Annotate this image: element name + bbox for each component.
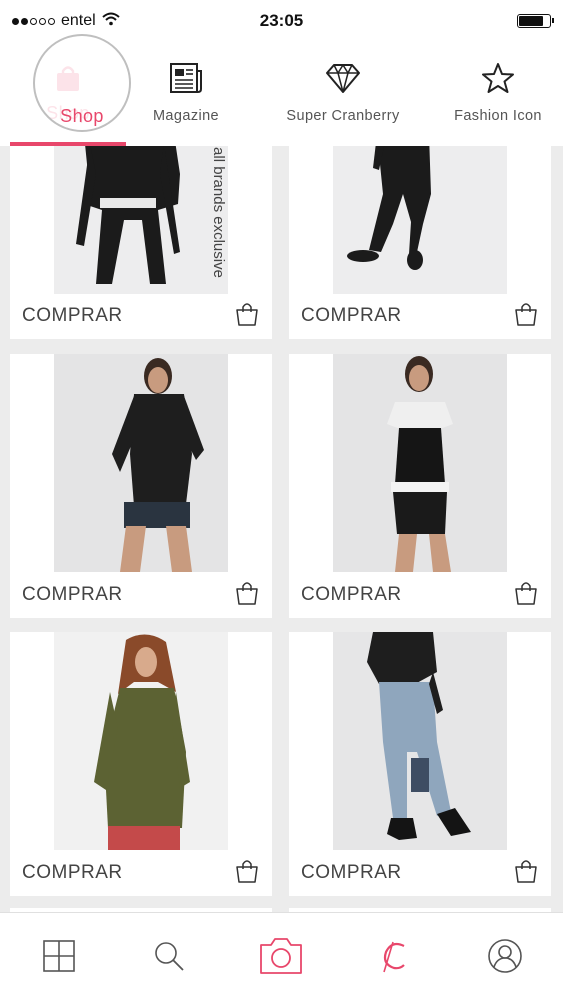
product-image[interactable] [54, 354, 228, 572]
product-card[interactable]: COMPRAR [289, 146, 551, 339]
product-image[interactable] [333, 146, 507, 294]
top-tab-bar: Shop Magazine Super Cranberry Fashion Ic… [0, 42, 563, 146]
diamond-icon [325, 60, 361, 96]
shopping-bag-icon[interactable] [513, 301, 539, 327]
product-image[interactable]: all brands exclusive [54, 146, 228, 294]
star-icon [481, 60, 515, 96]
product-grid: all brands exclusive COMPRAR COMPRAR COM… [0, 146, 563, 912]
nav-cranberry-button[interactable] [368, 931, 418, 981]
shopping-bag-icon[interactable] [234, 858, 260, 884]
comprar-button[interactable]: COMPRAR [22, 584, 123, 606]
product-image[interactable] [333, 632, 507, 850]
nav-search-button[interactable] [144, 931, 194, 981]
product-image[interactable] [333, 354, 507, 572]
shopping-bag-icon[interactable] [513, 858, 539, 884]
nav-camera-button[interactable] [256, 931, 306, 981]
shopping-bag-icon [53, 60, 83, 96]
bottom-nav [0, 912, 563, 1000]
product-card[interactable]: COMPRAR [10, 354, 272, 618]
camera-icon [260, 938, 302, 974]
shopping-bag-icon[interactable] [234, 580, 260, 606]
comprar-button[interactable]: COMPRAR [22, 862, 123, 884]
nav-grid-button[interactable] [34, 931, 84, 981]
cranberry-logo-icon [383, 941, 405, 973]
search-icon [155, 942, 184, 971]
photo-brand-text: all brands exclusive [210, 147, 228, 278]
status-left: entel [12, 12, 120, 31]
product-card[interactable]: COMPRAR [289, 354, 551, 618]
tab-shop[interactable]: Shop [10, 42, 126, 146]
shopping-bag-icon[interactable] [513, 580, 539, 606]
comprar-button[interactable]: COMPRAR [301, 305, 402, 327]
status-bar: entel 23:05 [0, 0, 563, 42]
newspaper-icon [168, 60, 204, 96]
shopping-bag-icon[interactable] [234, 301, 260, 327]
product-card[interactable]: COMPRAR [10, 632, 272, 896]
comprar-button[interactable]: COMPRAR [301, 584, 402, 606]
nav-profile-button[interactable] [480, 931, 530, 981]
signal-dots-icon [12, 17, 55, 25]
tab-super-cranberry-label: Super Cranberry [286, 108, 400, 124]
battery-icon [517, 14, 554, 28]
tab-magazine[interactable]: Magazine [126, 42, 246, 146]
tab-fashion-icon-label: Fashion Icon [454, 108, 542, 124]
product-card[interactable]: COMPRAR [289, 632, 551, 896]
comprar-button[interactable]: COMPRAR [301, 862, 402, 884]
tab-fashion-icon[interactable]: Fashion Icon [440, 42, 556, 146]
tab-shop-label: Shop [46, 103, 90, 123]
carrier-name: entel [61, 12, 96, 29]
tab-super-cranberry[interactable]: Super Cranberry [270, 42, 416, 146]
wifi-icon [102, 12, 120, 31]
tab-magazine-label: Magazine [152, 108, 220, 124]
product-card[interactable]: all brands exclusive COMPRAR [10, 146, 272, 339]
grid-icon [43, 940, 75, 972]
profile-icon [488, 939, 522, 973]
comprar-button[interactable]: COMPRAR [22, 305, 123, 327]
product-image[interactable] [54, 632, 228, 850]
